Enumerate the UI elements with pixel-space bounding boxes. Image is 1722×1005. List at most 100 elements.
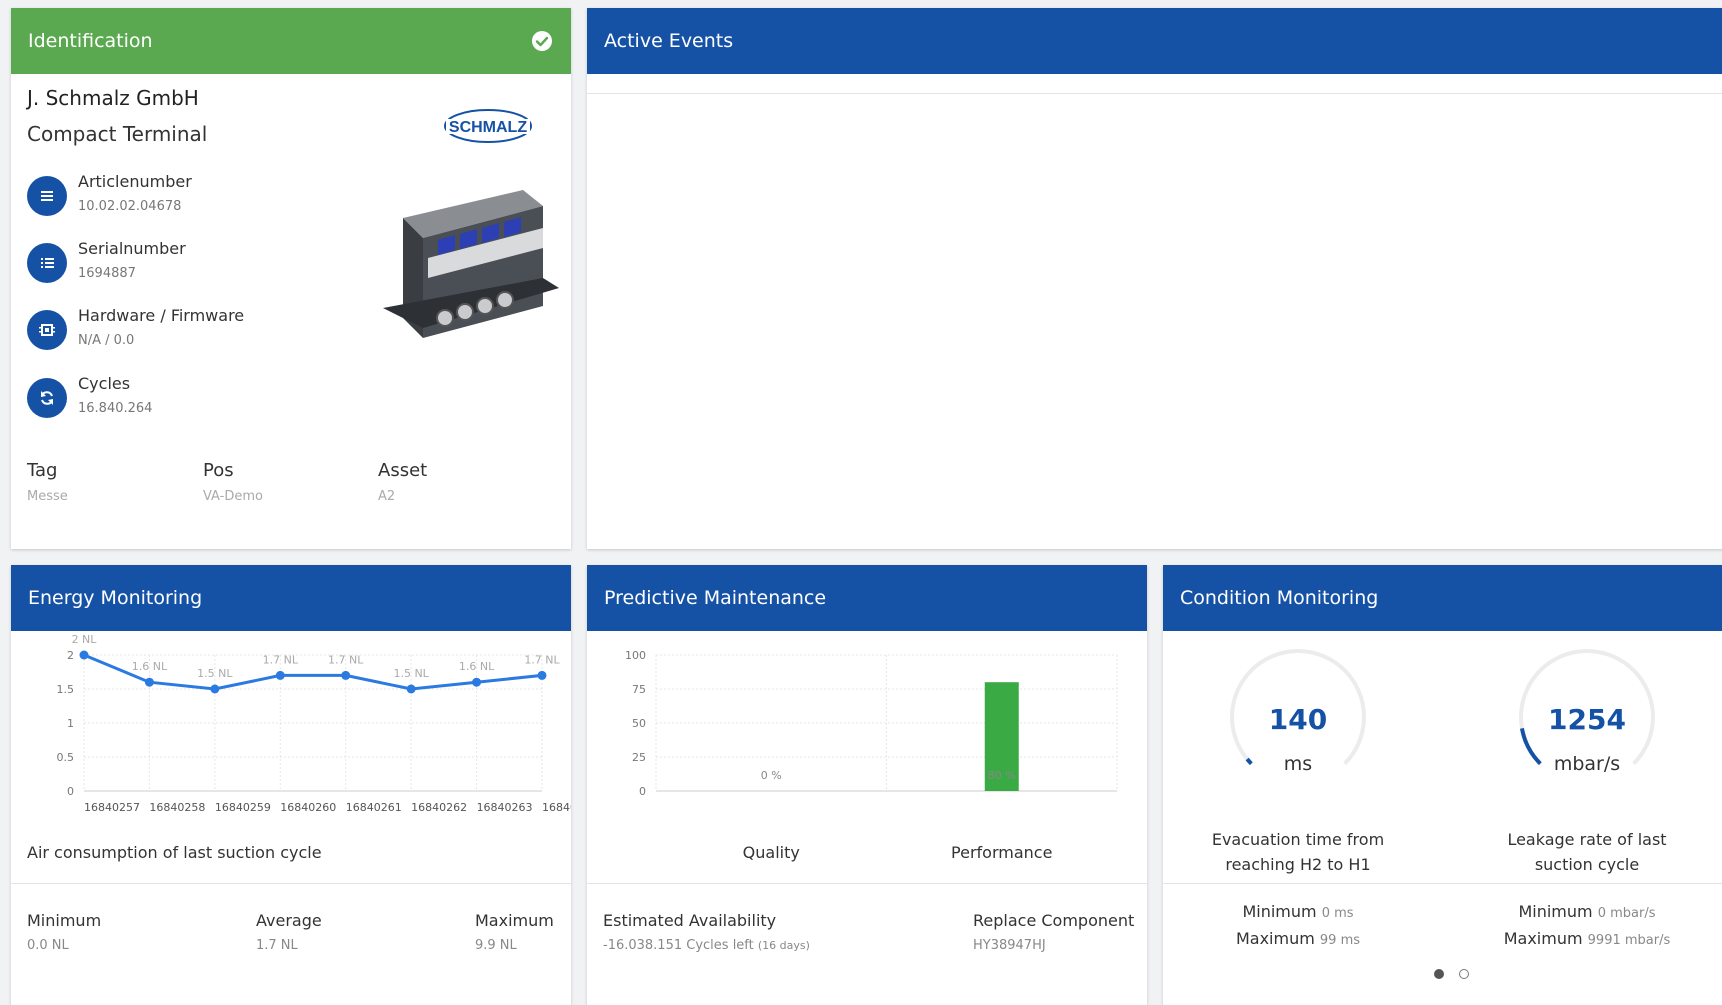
replace-component: Replace Component HY38947HJ bbox=[973, 911, 1134, 953]
events-divider bbox=[587, 93, 1722, 94]
schmalz-logo: SCHMALZ bbox=[444, 109, 532, 143]
identification-title: Identification bbox=[28, 30, 153, 52]
replace-component-value: HY38947HJ bbox=[973, 938, 1046, 953]
energy-minimum-value: 0.0 NL bbox=[27, 938, 69, 953]
leakage-rate-description: Leakage rate of last suction cycle bbox=[1467, 827, 1707, 877]
energy-minimum: Minimum 0.0 NL bbox=[27, 911, 101, 953]
category-label-quality: Quality bbox=[742, 843, 800, 862]
condition-monitoring-header: Condition Monitoring bbox=[1163, 565, 1722, 631]
data-point bbox=[79, 650, 89, 660]
active-events-title: Active Events bbox=[604, 30, 734, 52]
y-tick-label: 25 bbox=[632, 751, 646, 764]
data-point bbox=[472, 677, 482, 687]
data-point bbox=[341, 670, 351, 680]
condition-monitoring-title: Condition Monitoring bbox=[1180, 587, 1379, 609]
evacuation-desc-line2: reaching H2 to H1 bbox=[1225, 855, 1371, 874]
evacuation-minimum: Minimum 0 ms bbox=[1178, 899, 1418, 926]
energy-average-label: Average bbox=[256, 911, 322, 930]
leakage-desc-line2: suction cycle bbox=[1534, 855, 1640, 874]
leakage-maximum-label: Maximum bbox=[1503, 929, 1583, 948]
energy-maximum-label: Maximum bbox=[475, 911, 554, 930]
energy-average: Average 1.7 NL bbox=[256, 911, 322, 953]
x-tick-label: 16840261 bbox=[346, 801, 402, 814]
hardware-firmware-value: N/A / 0.0 bbox=[78, 333, 135, 348]
x-tick-label: 16840 bbox=[542, 801, 571, 814]
estimated-availability-label: Estimated Availability bbox=[603, 911, 777, 930]
predictive-maintenance-title: Predictive Maintenance bbox=[604, 587, 827, 609]
data-point bbox=[537, 670, 547, 680]
energy-minimum-label: Minimum bbox=[27, 911, 102, 930]
pager-dot-1[interactable] bbox=[1434, 969, 1444, 979]
active-events-card: Active Events bbox=[587, 8, 1722, 549]
evacuation-time-value: 140 bbox=[1268, 703, 1328, 736]
pos-field: Pos VA-Demo bbox=[203, 460, 263, 504]
bar-data-label: 0 % bbox=[761, 769, 782, 782]
air-consumption-chart: 0 0.5 1 1.5 2 2 NL 1.6 NL 1.5 NL 1.7 NL 1.7 NL 1.5… bbox=[57, 633, 572, 814]
leakage-maximum: Maximum 9991 mbar/s bbox=[1467, 926, 1707, 953]
evacuation-time-description: Evacuation time from reaching H2 to H1 bbox=[1178, 827, 1418, 877]
leakage-minimum-label: Minimum bbox=[1518, 902, 1593, 921]
y-tick-label: 50 bbox=[632, 717, 646, 730]
serial-number-value: 1694887 bbox=[78, 266, 136, 281]
y-tick-label: 100 bbox=[625, 649, 646, 662]
pos-label: Pos bbox=[203, 460, 234, 481]
active-events-header: Active Events bbox=[587, 8, 1722, 74]
data-point bbox=[144, 677, 154, 687]
chip-icon bbox=[27, 310, 67, 350]
quality-performance-chart: 0 25 50 75 100 0 % 80 % bbox=[625, 649, 1118, 798]
pos-value: VA-Demo bbox=[203, 489, 263, 504]
tag-label: Tag bbox=[27, 460, 58, 481]
pager-dot-2[interactable] bbox=[1459, 969, 1469, 979]
energy-monitoring-card: Energy Monitoring 0 0.5 1 1.5 2 2 NL 1.6 NL 1.5… bbox=[11, 565, 571, 1005]
data-label: 2 NL bbox=[72, 633, 98, 646]
cycles-label: Cycles bbox=[78, 374, 131, 393]
category-label-performance: Performance bbox=[951, 843, 1053, 862]
article-number-value: 10.02.02.04678 bbox=[78, 199, 182, 214]
evacuation-maximum: Maximum 99 ms bbox=[1178, 926, 1418, 953]
cycles-value: 16.840.264 bbox=[78, 401, 153, 416]
energy-average-value: 1.7 NL bbox=[256, 938, 298, 953]
identification-header: Identification bbox=[11, 8, 571, 74]
x-tick-label: 16840258 bbox=[149, 801, 205, 814]
company-name: J. Schmalz GmbH bbox=[27, 86, 199, 110]
energy-monitoring-title: Energy Monitoring bbox=[28, 587, 203, 609]
logo-text: SCHMALZ bbox=[449, 119, 527, 136]
estimated-availability-value: -16.038.151 Cycles left (16 days) bbox=[603, 938, 810, 953]
asset-label: Asset bbox=[378, 460, 428, 481]
y-tick-label: 0 bbox=[67, 785, 74, 798]
evacuation-min-max: Minimum 0 ms Maximum 99 ms bbox=[1178, 899, 1418, 953]
energy-monitoring-header: Energy Monitoring bbox=[11, 565, 571, 631]
data-label: 1.7 NL bbox=[328, 653, 364, 666]
availability-days: (16 days) bbox=[757, 939, 810, 952]
evacuation-minimum-value: 0 ms bbox=[1321, 906, 1354, 921]
y-tick-label: 0 bbox=[639, 785, 646, 798]
data-point bbox=[275, 670, 285, 680]
data-point bbox=[210, 684, 220, 694]
refresh-icon bbox=[27, 378, 67, 418]
serial-number-label: Serialnumber bbox=[78, 239, 186, 258]
data-label: 1.7 NL bbox=[524, 653, 560, 666]
replace-component-label: Replace Component bbox=[973, 911, 1135, 930]
identification-card: Identification J. Schmalz GmbH Compact T… bbox=[11, 8, 571, 549]
data-label: 1.5 NL bbox=[197, 667, 233, 680]
energy-maximum: Maximum 9.9 NL bbox=[475, 911, 554, 953]
y-tick-label: 75 bbox=[632, 683, 646, 696]
leakage-minimum-value: 0 mbar/s bbox=[1597, 906, 1656, 921]
x-tick-label: 16840263 bbox=[477, 801, 533, 814]
asset-field: Asset A2 bbox=[378, 460, 427, 504]
bar-data-label: 80 % bbox=[988, 769, 1016, 782]
y-tick-label: 2 bbox=[67, 649, 74, 662]
evacuation-desc-line1: Evacuation time from bbox=[1211, 830, 1385, 849]
numbered-list-icon bbox=[27, 243, 67, 283]
check-circle-icon bbox=[532, 31, 552, 51]
data-label: 1.6 NL bbox=[132, 660, 168, 673]
x-tick-label: 16840259 bbox=[215, 801, 271, 814]
energy-divider bbox=[11, 883, 571, 884]
x-tick-label: 16840260 bbox=[280, 801, 336, 814]
evacuation-time-unit: ms bbox=[1283, 753, 1313, 775]
predictive-divider bbox=[587, 883, 1147, 884]
evacuation-maximum-label: Maximum bbox=[1235, 929, 1315, 948]
data-point bbox=[406, 684, 416, 694]
leakage-rate-value: 1254 bbox=[1548, 703, 1626, 736]
condition-monitoring-card: Condition Monitoring 140 ms Evacuation t… bbox=[1163, 565, 1722, 1005]
